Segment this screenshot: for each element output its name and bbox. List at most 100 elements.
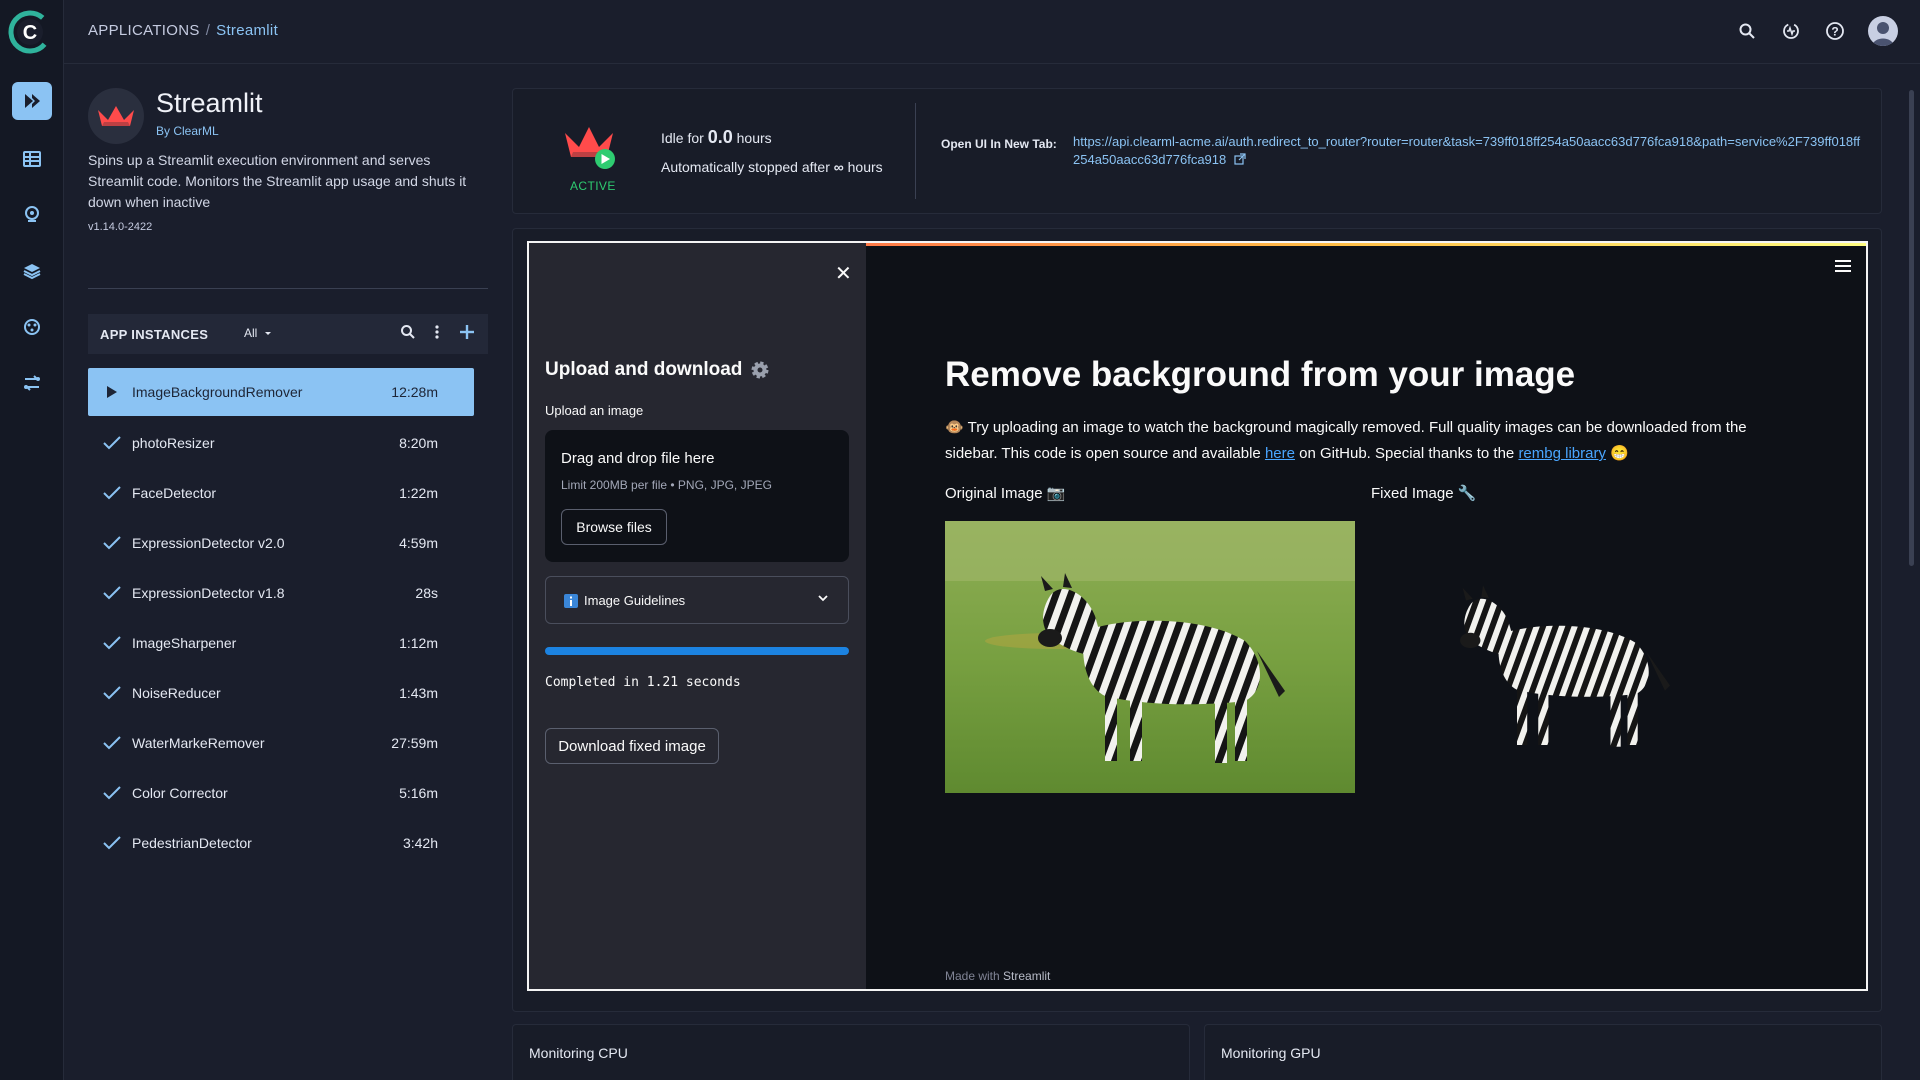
open-ui-link[interactable]: https://api.clearml-acme.ai/auth.redirec… <box>1073 133 1863 169</box>
auto-stop-info: Automatically stopped after ∞ hours <box>661 159 883 175</box>
instance-row[interactable]: FaceDetector 1:22m <box>88 468 474 518</box>
instance-name: ExpressionDetector v2.0 <box>132 535 285 551</box>
idle-suffix: hours <box>736 130 772 146</box>
intro-end-emoji: 😁 <box>1610 445 1629 462</box>
check-icon <box>92 485 132 501</box>
sidebar-title-text: Upload and download <box>545 359 743 380</box>
chevron-down-icon <box>816 591 830 610</box>
progress-bar <box>545 647 849 655</box>
instance-row[interactable]: ImageBackgroundRemover 12:28m <box>88 368 474 416</box>
github-link[interactable]: here <box>1265 445 1295 462</box>
nav-models-icon[interactable] <box>12 308 52 346</box>
check-icon <box>92 685 132 701</box>
app-instances-title: APP INSTANCES <box>100 327 209 342</box>
file-dropzone[interactable]: Drag and drop file here Limit 200MB per … <box>545 430 849 562</box>
instance-time: 1:12m <box>399 635 438 651</box>
footer-prefix: Made with <box>945 969 1000 983</box>
monitoring-cpu-panel: Monitoring CPU <box>512 1024 1190 1080</box>
instance-row[interactable]: ExpressionDetector v1.8 28s <box>88 568 474 618</box>
instance-row[interactable]: WaterMarkeRemover 27:59m <box>88 718 474 768</box>
more-options-icon[interactable] <box>434 324 440 345</box>
idle-info: Idle for 0.0 hours <box>661 127 772 148</box>
instance-time: 27:59m <box>391 735 438 751</box>
check-icon <box>92 535 132 551</box>
instance-name: ImageBackgroundRemover <box>132 384 303 400</box>
auto-suffix: hours <box>847 159 883 175</box>
search-icon[interactable] <box>1736 20 1758 42</box>
nav-layers-icon[interactable] <box>12 252 52 290</box>
nav-datasets-icon[interactable] <box>12 140 52 178</box>
hamburger-menu-icon[interactable] <box>1834 259 1852 278</box>
open-ui-url[interactable]: https://api.clearml-acme.ai/auth.redirec… <box>1073 134 1860 167</box>
app-root: C APPLICATIONS / Streamlit ? Streamlit B… <box>0 0 1920 1080</box>
instance-row[interactable]: NoiseReducer 1:43m <box>88 668 474 718</box>
idle-prefix: Idle for <box>661 130 704 146</box>
streamlit-logo-icon <box>88 88 144 144</box>
image-guidelines-expander[interactable]: Image Guidelines <box>545 576 849 624</box>
open-ui-label: Open UI In New Tab: <box>941 137 1057 151</box>
nav-applications-icon[interactable] <box>12 82 52 120</box>
app-instances-list: ImageBackgroundRemover 12:28m photoResiz… <box>88 368 474 868</box>
instance-time: 3:42h <box>402 835 438 851</box>
app-author[interactable]: By ClearML <box>156 124 219 138</box>
original-image <box>945 521 1355 793</box>
page-heading: Remove background from your image <box>945 355 1576 394</box>
breadcrumb-current: Streamlit <box>216 22 279 39</box>
instance-name: PedestrianDetector <box>132 835 252 851</box>
expander-label-text: Image Guidelines <box>584 593 686 608</box>
add-instance-icon[interactable] <box>458 323 476 346</box>
running-icon <box>92 385 132 399</box>
divider <box>88 288 488 289</box>
monitoring-gpu-title: Monitoring GPU <box>1221 1045 1321 1061</box>
clearml-logo-icon[interactable]: C <box>8 10 52 54</box>
divider <box>915 103 916 199</box>
nav-orchestration-icon[interactable] <box>12 364 52 402</box>
instance-row[interactable]: PedestrianDetector 3:42h <box>88 818 474 868</box>
footer-brand-link[interactable]: Streamlit <box>1003 969 1050 983</box>
rembg-link[interactable]: rembg library <box>1518 445 1606 462</box>
user-avatar[interactable] <box>1868 16 1898 46</box>
instance-time: 4:59m <box>399 535 438 551</box>
sidebar-title: Upload and download <box>545 359 770 381</box>
breadcrumb-root[interactable]: APPLICATIONS <box>88 22 200 39</box>
fixed-image <box>1371 521 1781 793</box>
intro-paragraph: 🐵 Try uploading an image to watch the ba… <box>945 415 1765 467</box>
filter-value: All <box>244 326 258 340</box>
upload-label: Upload an image <box>545 403 644 418</box>
streamlit-iframe: ✕ Upload and download Upload an image Dr… <box>527 241 1868 991</box>
instance-name: FaceDetector <box>132 485 217 501</box>
check-icon <box>92 435 132 451</box>
instance-row[interactable]: ExpressionDetector v2.0 4:59m <box>88 518 474 568</box>
download-fixed-image-button[interactable]: Download fixed image <box>545 728 719 764</box>
browse-files-button[interactable]: Browse files <box>561 509 667 545</box>
auto-value: ∞ <box>833 159 844 175</box>
help-icon[interactable]: ? <box>1824 20 1846 42</box>
instance-row[interactable]: Color Corrector 5:16m <box>88 768 474 818</box>
instance-row[interactable]: photoResizer 8:20m <box>88 418 474 468</box>
instance-name: photoResizer <box>132 435 215 451</box>
monitoring-cpu-title: Monitoring CPU <box>529 1045 628 1061</box>
instance-row[interactable]: ImageSharpener 1:12m <box>88 618 474 668</box>
completed-text: Completed in 1.21 seconds <box>545 675 741 690</box>
instances-filter-dropdown[interactable]: All <box>244 326 273 340</box>
check-icon <box>92 785 132 801</box>
svg-text:?: ? <box>1831 25 1838 39</box>
check-icon <box>92 585 132 601</box>
dropzone-limit: Limit 200MB per file • PNG, JPG, JPEG <box>561 478 772 492</box>
breadcrumb-separator: / <box>205 22 211 39</box>
nav-pipelines-icon[interactable] <box>12 196 52 234</box>
check-icon <box>92 835 132 851</box>
instance-time: 1:22m <box>399 485 438 501</box>
activity-icon[interactable] <box>1780 20 1802 42</box>
streamlit-footer: Made with Streamlit <box>945 969 1050 983</box>
close-sidebar-icon[interactable]: ✕ <box>835 261 852 286</box>
app-title: Streamlit <box>156 88 263 118</box>
external-link-icon <box>1234 153 1246 165</box>
gear-icon <box>751 361 769 379</box>
top-bar: APPLICATIONS / Streamlit ? <box>64 0 1920 64</box>
page-scrollbar[interactable] <box>1909 90 1914 566</box>
intro-text-mid: on GitHub. Special thanks to the <box>1294 445 1519 462</box>
svg-text:C: C <box>23 22 37 44</box>
instance-time: 8:20m <box>399 435 438 451</box>
search-instances-icon[interactable] <box>400 324 416 345</box>
